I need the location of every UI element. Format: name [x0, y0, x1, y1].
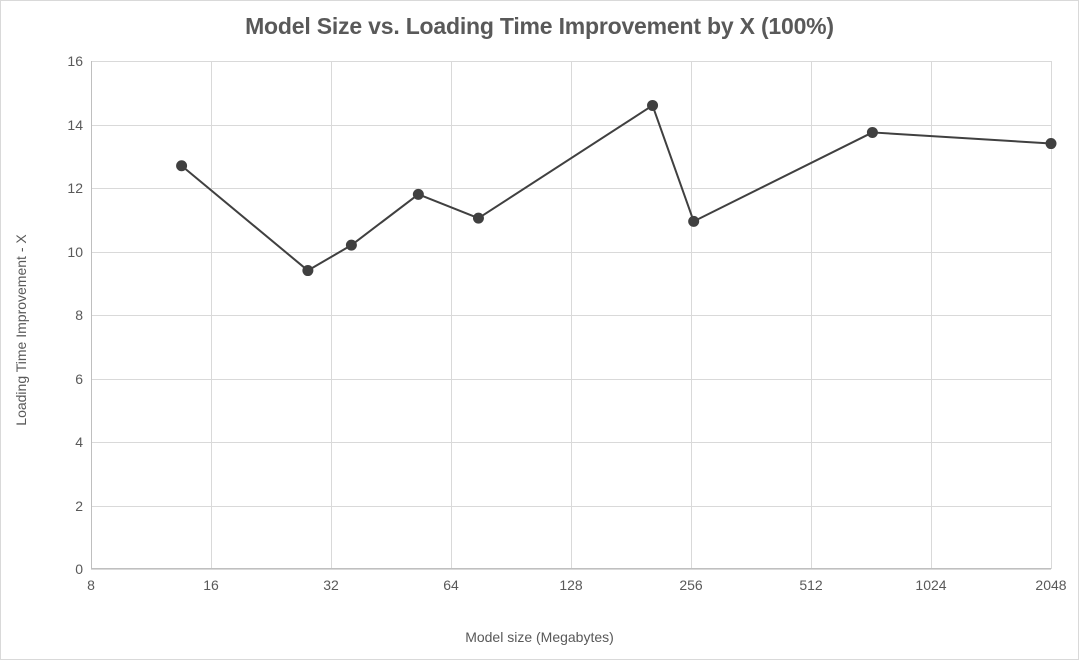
y-tick-label: 4 — [75, 434, 83, 450]
x-tick-label: 1024 — [915, 577, 946, 593]
x-tick-label: 8 — [87, 577, 95, 593]
grid-v — [1051, 61, 1052, 569]
data-point — [689, 216, 699, 226]
y-tick-label: 12 — [67, 180, 83, 196]
data-point — [473, 213, 483, 223]
data-point — [303, 266, 313, 276]
y-tick-label: 16 — [67, 53, 83, 69]
y-tick-label: 8 — [75, 307, 83, 323]
data-point — [1046, 139, 1056, 149]
data-point — [867, 127, 877, 137]
x-tick-label: 256 — [679, 577, 702, 593]
y-tick-label: 0 — [75, 561, 83, 577]
x-tick-label: 2048 — [1035, 577, 1066, 593]
plot-area: 0246810121416 816326412825651210242048 — [91, 61, 1051, 569]
x-axis-title: Model size (Megabytes) — [465, 629, 614, 645]
y-axis-title: Loading Time Improvement - X — [13, 234, 29, 425]
data-point — [413, 189, 423, 199]
x-tick-label: 512 — [799, 577, 822, 593]
y-tick-label: 2 — [75, 498, 83, 514]
x-tick-label: 128 — [559, 577, 582, 593]
data-point — [177, 161, 187, 171]
series-points — [177, 100, 1056, 275]
series-line — [182, 105, 1051, 270]
data-point — [346, 240, 356, 250]
y-tick-label: 10 — [67, 244, 83, 260]
grid-h — [91, 569, 1051, 570]
x-tick-label: 16 — [203, 577, 219, 593]
x-tick-label: 32 — [323, 577, 339, 593]
chart-title: Model Size vs. Loading Time Improvement … — [1, 1, 1078, 40]
data-point — [648, 100, 658, 110]
x-tick-label: 64 — [443, 577, 459, 593]
y-tick-label: 14 — [67, 117, 83, 133]
y-tick-label: 6 — [75, 371, 83, 387]
chart-container: Model Size vs. Loading Time Improvement … — [0, 0, 1079, 660]
chart-svg — [91, 61, 1051, 569]
